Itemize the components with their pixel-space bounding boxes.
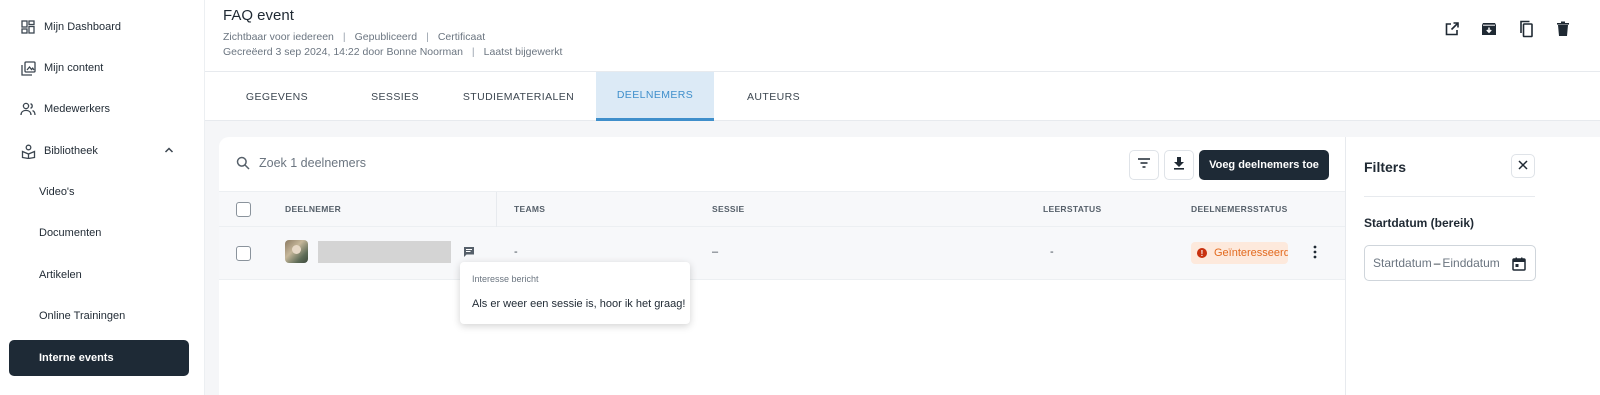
page-title: FAQ event bbox=[223, 7, 294, 24]
tab-bar: GEGEVENS SESSIES STUDIEMATERIALEN DEELNE… bbox=[205, 72, 1600, 121]
sidebar: Mijn Dashboard Mijn content Medewerkers … bbox=[0, 0, 205, 395]
sidebar-item-label: Mijn Dashboard bbox=[44, 21, 122, 33]
sidebar-item-label: Online Trainingen bbox=[39, 310, 126, 322]
sidebar-item-videos[interactable]: Video's bbox=[9, 174, 189, 210]
table-header: DEELNEMER TEAMS SESSIE LEERSTATUS DEELNE… bbox=[219, 191, 1345, 228]
date-range-input[interactable]: Startdatum – Einddatum bbox=[1364, 245, 1536, 281]
divider bbox=[1364, 196, 1535, 197]
select-all-checkbox[interactable] bbox=[236, 202, 251, 217]
close-icon bbox=[1518, 157, 1528, 175]
sidebar-item-medewerkers[interactable]: Medewerkers bbox=[9, 91, 189, 127]
download-icon bbox=[1173, 156, 1185, 175]
sidebar-item-label: Interne events bbox=[39, 352, 114, 364]
header-actions bbox=[1443, 20, 1572, 38]
sidebar-item-online-trainingen[interactable]: Online Trainingen bbox=[9, 298, 189, 334]
tooltip-message: Als er weer een sessie is, hoor ik het g… bbox=[472, 298, 686, 310]
copy-icon[interactable] bbox=[1517, 20, 1535, 38]
filters-title: Filters bbox=[1364, 159, 1407, 175]
column-header-leerstatus[interactable]: LEERSTATUS bbox=[1043, 204, 1101, 214]
avatar bbox=[285, 240, 308, 263]
filters-panel: Filters Startdatum (bereik) Startdatum – E… bbox=[1345, 137, 1600, 395]
participant-name-redacted bbox=[318, 241, 451, 263]
sidebar-item-label: Bibliotheek bbox=[44, 145, 98, 157]
interest-message-tooltip: Interesse bericht Als er weer een sessie… bbox=[460, 262, 690, 324]
calendar-icon[interactable] bbox=[1511, 256, 1527, 272]
page-header: FAQ event Zichtbaar voor iedereen | Gepubl… bbox=[205, 0, 1600, 72]
date-range-label: Startdatum (bereik) bbox=[1364, 216, 1475, 230]
meta-line-1: Zichtbaar voor iedereen | Gepubliceerd | Cer… bbox=[223, 31, 486, 43]
column-divider bbox=[496, 192, 497, 228]
sidebar-item-mijn-content[interactable]: Mijn content bbox=[9, 50, 189, 86]
main-content: FAQ event Zichtbaar voor iedereen | Gepubl… bbox=[205, 0, 1600, 395]
chevron-up-icon[interactable] bbox=[163, 144, 175, 159]
alert-icon: ! bbox=[1197, 248, 1207, 258]
cell-sessie: – bbox=[712, 246, 719, 258]
open-external-icon[interactable] bbox=[1443, 20, 1461, 38]
delete-icon[interactable] bbox=[1554, 20, 1572, 38]
updated-text: Laatst bijgewerkt bbox=[483, 46, 563, 58]
sidebar-item-artikelen[interactable]: Artikelen bbox=[9, 257, 189, 293]
sidebar-item-label: Mijn content bbox=[44, 62, 104, 74]
tab-studiematerialen[interactable]: STUDIEMATERIALEN bbox=[441, 72, 596, 121]
tab-auteurs[interactable]: AUTEURS bbox=[714, 72, 833, 121]
dashboard-icon bbox=[20, 19, 36, 35]
sidebar-item-dashboard[interactable]: Mijn Dashboard bbox=[9, 9, 189, 45]
close-filters-button[interactable] bbox=[1511, 154, 1535, 178]
visibility-text: Zichtbaar voor iedereen bbox=[223, 31, 334, 43]
sidebar-item-label: Artikelen bbox=[39, 269, 82, 281]
archive-icon[interactable] bbox=[1480, 20, 1498, 38]
sidebar-item-label: Documenten bbox=[39, 227, 102, 239]
column-header-teams[interactable]: TEAMS bbox=[514, 204, 545, 214]
more-options-icon[interactable] bbox=[1313, 245, 1317, 262]
tooltip-heading: Interesse bericht bbox=[472, 274, 539, 284]
cell-leerstatus: - bbox=[1050, 246, 1054, 258]
download-button[interactable] bbox=[1164, 150, 1194, 180]
filter-icon bbox=[1137, 156, 1151, 174]
filter-button[interactable] bbox=[1129, 150, 1159, 180]
participants-card: Voeg deelnemers toe DEELNEMER TEAMS SESS… bbox=[219, 137, 1345, 395]
row-checkbox[interactable] bbox=[236, 246, 251, 261]
status-badge: ! Geïnteresseerd bbox=[1191, 242, 1288, 264]
start-date-field[interactable]: Startdatum bbox=[1373, 256, 1432, 270]
tab-sessies[interactable]: SESSIES bbox=[349, 72, 441, 121]
table-row: - – - ! Geïnteresseerd bbox=[219, 227, 1345, 280]
date-separator: – bbox=[1433, 256, 1441, 270]
end-date-field[interactable]: Einddatum bbox=[1442, 256, 1499, 270]
sidebar-item-interne-events[interactable]: Interne events bbox=[9, 340, 189, 376]
column-header-deelnemersstatus[interactable]: DEELNEMERSSTATUS bbox=[1191, 204, 1288, 214]
column-header-deelnemer[interactable]: DEELNEMER bbox=[285, 204, 341, 214]
sidebar-item-bibliotheek[interactable]: Bibliotheek bbox=[9, 133, 189, 169]
certificate-text: Certificaat bbox=[437, 31, 486, 43]
book-hand-icon bbox=[20, 143, 36, 159]
tab-gegevens[interactable]: GEGEVENS bbox=[205, 72, 349, 121]
library-icon bbox=[20, 60, 36, 76]
people-icon bbox=[20, 101, 36, 117]
search-input[interactable] bbox=[259, 151, 639, 175]
message-icon[interactable] bbox=[463, 246, 475, 261]
cell-teams: - bbox=[514, 246, 518, 258]
sidebar-item-label: Video's bbox=[39, 186, 75, 198]
publish-status-text: Gepubliceerd bbox=[354, 31, 418, 43]
status-badge-label: Geïnteresseerd bbox=[1214, 247, 1288, 259]
column-header-sessie[interactable]: SESSIE bbox=[712, 204, 745, 214]
add-participants-button[interactable]: Voeg deelnemers toe bbox=[1199, 150, 1329, 180]
search-icon bbox=[236, 156, 250, 175]
sidebar-item-documenten[interactable]: Documenten bbox=[9, 215, 189, 251]
sidebar-item-label: Medewerkers bbox=[44, 103, 111, 115]
meta-line-2: Gecreëerd 3 sep 2024, 14:22 door Bonne N… bbox=[223, 46, 563, 58]
created-text: Gecreëerd 3 sep 2024, 14:22 door Bonne N… bbox=[223, 46, 463, 58]
tab-deelnemers[interactable]: DEELNEMERS bbox=[596, 72, 714, 121]
